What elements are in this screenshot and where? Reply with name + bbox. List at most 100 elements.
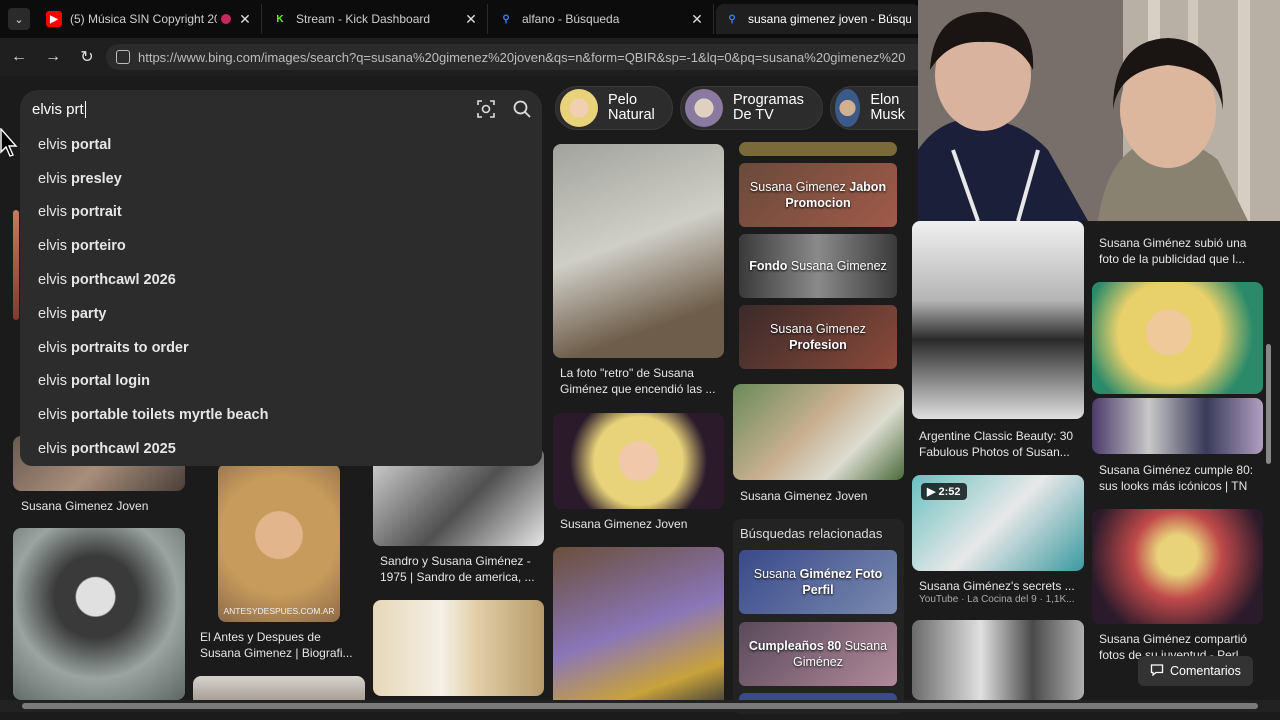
related-search-fondo[interactable]: Fondo Susana Gimenez [739,234,897,298]
suggestion-item[interactable]: elvis party [20,297,542,331]
suggestion-completion: portraits to order [71,339,189,356]
close-tab-icon[interactable]: ✕ [689,11,705,28]
scrollbar-thumb[interactable] [1266,344,1271,464]
site-info-icon[interactable] [116,50,130,64]
result-caption[interactable]: El Antes y Despues de Susana Gimenez | B… [200,629,353,661]
back-icon[interactable]: ← [8,46,30,68]
suggestion-prefix: elvis [38,170,68,187]
tab-title: Stream - Kick Dashboard [296,12,431,26]
chip-thumbnail [835,89,861,127]
result-caption[interactable]: Sandro y Susana Giménez - 1975 | Sandro … [380,553,535,585]
result-image[interactable] [912,221,1084,419]
related-search-cumpleanos[interactable]: Cumpleaños 80 Susana Giménez [739,622,897,686]
tab-actions-menu-icon[interactable]: ⌄ [8,8,30,30]
chip-programas-de-tv[interactable]: Programas De TV [680,86,823,130]
related-search-label: Susana Gimenez Profesion [770,321,866,353]
suggestion-item[interactable]: elvis porthcawl 2025 [20,432,542,466]
suggestion-item[interactable]: elvis portal login [20,365,542,399]
chip-elon-musk[interactable]: Elon Musk [830,86,920,130]
bing-search-icon: ⚲ [728,13,736,25]
image-search-box[interactable]: elvis prt [20,90,542,128]
suggestion-completion: portrait [71,204,122,221]
chip-pelo-natural[interactable]: Pelo Natural [555,86,673,130]
result-image[interactable] [1092,509,1263,624]
related-search-text: Susana [753,567,800,581]
reload-icon[interactable]: ↻ [76,46,98,68]
tab-title: alfano - Búsqueda [522,12,620,26]
related-search-jabon-promocion[interactable]: Susana Gimenez Jabon Promocion [739,163,897,227]
related-searches-heading: Búsquedas relacionadas [740,526,883,541]
result-image[interactable] [1092,398,1263,454]
suggestion-completion: portal login [71,373,150,390]
chip-label: Pelo Natural [608,93,655,123]
result-caption[interactable]: Susana Gimenez Joven [560,516,687,532]
related-search-label: Fondo Susana Gimenez [749,258,887,274]
suggestion-item[interactable]: elvis portal [20,128,542,162]
related-search-profesion[interactable]: Susana Gimenez Profesion [739,305,897,369]
result-image[interactable] [1092,282,1263,394]
search-icon[interactable] [512,99,532,119]
result-caption[interactable]: Susana Giménez subió una foto de la publ… [1099,235,1246,267]
suggestion-completion: portable toilets myrtle beach [71,407,269,424]
recording-indicator-icon [221,14,231,24]
result-image[interactable] [553,547,724,707]
visual-search-icon[interactable] [476,99,496,119]
result-image[interactable] [373,600,544,696]
video-duration-text: 2:52 [938,486,961,498]
autosuggest-dropdown: elvis portal elvis presley elvis portrait e… [20,128,542,466]
result-image[interactable] [13,528,185,700]
suggestion-item[interactable]: elvis portraits to order [20,331,542,365]
caption-line: Susana Gimenez | Biografi... [200,646,353,660]
tab-title: susana gimenez joven - Búsqueda [748,12,911,26]
result-image[interactable] [912,620,1084,700]
search-input[interactable]: elvis prt [32,101,84,118]
related-search-label: Susana Gimenez Jabon Promocion [739,179,897,211]
result-image[interactable] [553,144,724,358]
suggestion-item[interactable]: elvis porthcawl 2026 [20,263,542,297]
result-image[interactable] [733,384,904,480]
suggestion-item[interactable]: elvis porteiro [20,229,542,263]
caption-line: Susana Giménez subió una [1099,236,1247,250]
close-tab-icon[interactable]: ✕ [237,11,253,28]
suggestion-prefix: elvis [38,441,68,458]
result-source: YouTube · La Cocina del 9 · 1,1K... [919,594,1075,605]
result-caption[interactable]: La foto "retro" de Susana Giménez que en… [560,365,715,397]
suggestion-item[interactable]: elvis portrait [20,196,542,230]
related-search-bold: Fondo [749,259,788,273]
horizontal-scrollbar[interactable] [0,700,1280,712]
result-caption[interactable]: Susana Giménez cumple 80: sus looks más … [1099,462,1253,494]
result-caption[interactable]: Susana Gimenez Joven [21,498,148,514]
tab-susana[interactable]: ⚲ susana gimenez joven - Búsqueda [716,4,920,34]
caption-line: Sandro y Susana Giménez - [380,554,531,568]
result-image[interactable] [553,413,724,509]
result-image[interactable] [739,142,897,156]
comment-icon [1150,663,1164,680]
result-caption[interactable]: Argentine Classic Beauty: 30 Fabulous Ph… [919,428,1073,460]
scrollbar-thumb[interactable] [22,703,1258,709]
suggestion-item[interactable]: elvis presley [20,162,542,196]
result-image[interactable] [13,210,19,320]
suggestion-item[interactable]: elvis portable toilets myrtle beach [20,398,542,432]
suggestion-completion: porthcawl 2026 [71,272,176,289]
chip-line: Pelo [608,92,638,108]
search-box-actions [476,99,532,119]
suggestion-prefix: elvis [38,136,68,153]
close-tab-icon[interactable]: ✕ [463,11,479,28]
result-caption[interactable]: Susana Gimenez Joven [740,488,867,504]
related-search-label: Cumpleaños 80 Susana Giménez [739,638,897,670]
tab-kick[interactable]: K Stream - Kick Dashboard ✕ [264,4,488,34]
related-search-foto-perfil[interactable]: Susana Giménez Foto Perfil [739,550,897,614]
feedback-button[interactable]: Comentarios [1138,656,1253,686]
result-image[interactable]: ANTESYDESPUES.COM.AR [218,464,340,622]
suggestion-completion: portal [71,136,112,153]
address-bar[interactable]: https://www.bing.com/images/search?q=sus… [106,44,1006,70]
feedback-label: Comentarios [1170,664,1241,678]
forward-icon[interactable]: → [42,46,64,68]
watermark: ANTESYDESPUES.COM.AR [223,606,335,616]
text-caret [84,100,86,118]
suggestion-prefix: elvis [38,272,68,289]
tab-musica[interactable]: ▶ (5) Música SIN Copyright 2026 ✕ [38,4,262,34]
chip-line: Musk [870,107,905,123]
tab-alfano[interactable]: ⚲ alfano - Búsqueda ✕ [490,4,714,34]
suggestion-completion: party [71,305,107,322]
